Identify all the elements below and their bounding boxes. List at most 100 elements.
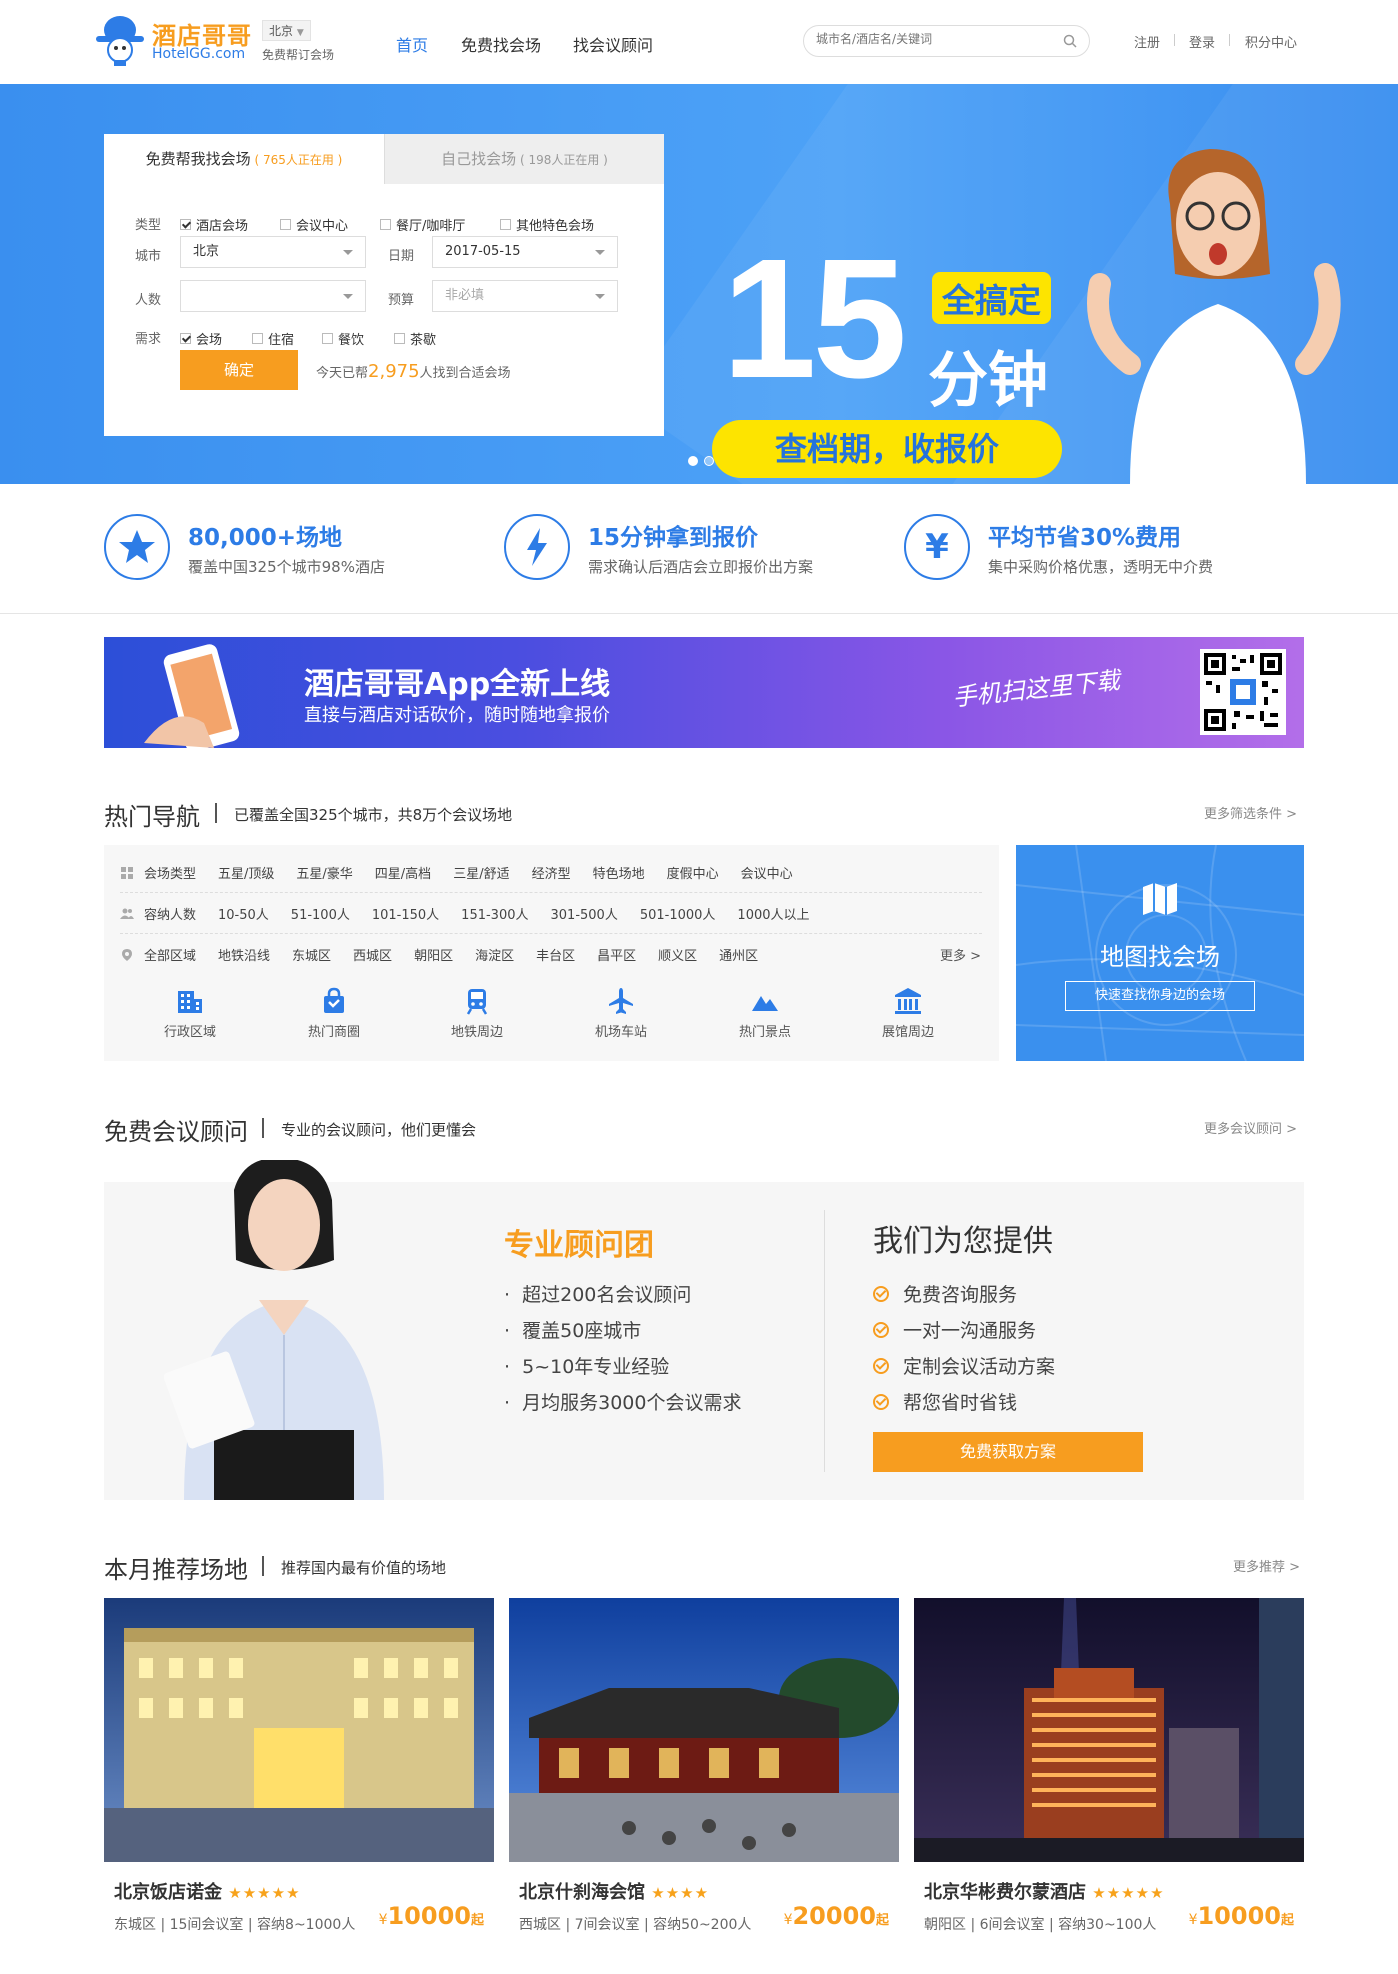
category-scenic-spot[interactable]: 热门景点 <box>715 987 815 1040</box>
more-districts-link[interactable]: 更多 > <box>940 945 981 964</box>
category-district[interactable]: 行政区域 <box>140 987 240 1040</box>
filter-link[interactable]: 51-100人 <box>291 904 350 923</box>
nav-home[interactable]: 首页 <box>396 32 428 56</box>
filter-link[interactable]: 海淀区 <box>475 945 514 964</box>
people-label: 人数 <box>135 293 162 308</box>
type-conference-center-checkbox[interactable]: 会议中心 <box>280 215 348 234</box>
tab-self-find[interactable]: 自己找会场 ( 198人正在用 ) <box>384 134 664 184</box>
points-center-link[interactable]: 积分中心 <box>1245 32 1297 51</box>
category-airport[interactable]: 机场车站 <box>571 987 671 1040</box>
filter-link[interactable]: 五星/顶级 <box>218 863 274 882</box>
more-filters-link[interactable]: 更多筛选条件 > <box>1204 803 1297 822</box>
venue-name[interactable]: 北京饭店诺金 ★★★★★ <box>114 1878 301 1904</box>
app-download-banner[interactable]: 酒店哥哥App全新上线 直接与酒店对话砍价，随时随地拿报价 手机扫这里下载 <box>104 637 1304 748</box>
category-label: 热门景点 <box>738 1025 791 1040</box>
login-link[interactable]: 登录 <box>1189 32 1215 51</box>
submit-button[interactable]: 确定 <box>180 350 298 390</box>
tab-count: 198人正在用 <box>528 153 600 167</box>
filter-link[interactable]: 101-150人 <box>372 904 439 923</box>
filter-link[interactable]: 顺义区 <box>658 945 697 964</box>
row-label[interactable]: 全部区域 <box>144 945 196 964</box>
category-subway[interactable]: 地铁周边 <box>427 987 527 1040</box>
city-selector[interactable]: 北京 ▼ <box>262 20 311 41</box>
carousel-dot-2[interactable] <box>704 456 714 466</box>
budget-placeholder: 非必填 <box>445 288 485 303</box>
app-banner-hint: 手机扫这里下载 <box>951 666 1122 712</box>
provide-point: 免费咨询服务 <box>873 1280 1017 1307</box>
museum-icon <box>895 988 921 1014</box>
category-exhibition[interactable]: 展馆周边 <box>858 987 958 1040</box>
nav-find-consultant[interactable]: 找会议顾问 <box>573 32 653 56</box>
register-link[interactable]: 注册 <box>1134 32 1160 51</box>
search-icon[interactable] <box>1063 34 1077 48</box>
need-tea-break-checkbox[interactable]: 茶歇 <box>394 329 436 348</box>
building-icon <box>178 991 202 1013</box>
date-select[interactable]: 2017-05-15 <box>432 236 618 268</box>
venue-card[interactable]: 北京华彬费尔蒙酒店 ★★★★★ 朝阳区 | 6间会议室 | 容纳30~100人 … <box>914 1598 1304 1974</box>
filter-link[interactable]: 501-1000人 <box>640 904 716 923</box>
hero-banner: 免费帮我找会场 ( 765人正在用 ) 自己找会场 ( 198人正在用 ) 类型… <box>0 84 1398 484</box>
need-lodging-checkbox[interactable]: 住宿 <box>252 329 294 348</box>
filter-link[interactable]: 东城区 <box>292 945 331 964</box>
filter-link[interactable]: 四星/高档 <box>375 863 431 882</box>
filter-link[interactable]: 经济型 <box>532 863 571 882</box>
budget-select[interactable]: 非必填 <box>432 280 618 312</box>
venue-photo[interactable] <box>509 1598 899 1862</box>
team-point-text: 超过200名会议顾问 <box>522 1284 692 1306</box>
caret-down-icon <box>343 294 353 299</box>
map-finder[interactable]: 地图找会场 快速查找你身边的会场 <box>1016 845 1304 1061</box>
more-recommend-link[interactable]: 更多推荐 > <box>1233 1556 1300 1575</box>
map-icon <box>1143 883 1177 915</box>
filter-link[interactable]: 地铁沿线 <box>218 945 270 964</box>
feature-title: 15分钟拿到报价 <box>588 525 759 551</box>
filter-link[interactable]: 1000人以上 <box>737 904 809 923</box>
caret-down-icon: ▼ <box>296 28 304 38</box>
nav-find-venue[interactable]: 免费找会场 <box>461 32 541 56</box>
filter-link[interactable]: 特色场地 <box>593 863 645 882</box>
filter-link[interactable]: 西城区 <box>353 945 392 964</box>
filter-link[interactable]: 10-50人 <box>218 904 269 923</box>
filter-link[interactable]: 丰台区 <box>536 945 575 964</box>
venue-price: ¥10000起 <box>379 1902 484 1930</box>
map-search-button[interactable]: 快速查找你身边的会场 <box>1065 981 1255 1011</box>
type-hotel-checkbox[interactable]: 酒店会场 <box>180 215 248 234</box>
people-select[interactable] <box>180 280 366 312</box>
filter-link[interactable]: 昌平区 <box>597 945 636 964</box>
carousel-dot-1[interactable] <box>688 456 698 466</box>
recommend-section-title: 本月推荐场地 <box>104 1556 248 1584</box>
filter-link[interactable]: 三星/舒适 <box>453 863 509 882</box>
filter-link[interactable]: 通州区 <box>719 945 758 964</box>
filter-link[interactable]: 度假中心 <box>667 863 719 882</box>
checkbox <box>322 333 333 344</box>
venue-name[interactable]: 北京华彬费尔蒙酒店 ★★★★★ <box>924 1878 1165 1904</box>
venue-photo[interactable] <box>914 1598 1304 1862</box>
filter-link[interactable]: 151-300人 <box>461 904 528 923</box>
filter-link[interactable]: 五星/豪华 <box>296 863 352 882</box>
checkbox-label: 其他特色会场 <box>516 219 595 234</box>
price-value: 20000 <box>792 1902 876 1930</box>
type-other-checkbox[interactable]: 其他特色会场 <box>500 215 594 234</box>
filter-link[interactable]: 会议中心 <box>741 863 793 882</box>
need-dining-checkbox[interactable]: 餐饮 <box>322 329 364 348</box>
get-plan-button[interactable]: 免费获取方案 <box>873 1432 1143 1472</box>
subway-icon <box>466 989 488 1015</box>
date-label: 日期 <box>388 249 415 264</box>
category-business-district[interactable]: 热门商圈 <box>284 987 384 1040</box>
type-restaurant-checkbox[interactable]: 餐厅/咖啡厅 <box>380 215 465 234</box>
more-consultants-link[interactable]: 更多会议顾问 > <box>1204 1118 1297 1137</box>
tab-help-find[interactable]: 免费帮我找会场 ( 765人正在用 ) <box>104 134 384 184</box>
venue-card[interactable]: 北京饭店诺金 ★★★★★ 东城区 | 15间会议室 | 容纳8~1000人 ¥1… <box>104 1598 494 1974</box>
filter-link[interactable]: 朝阳区 <box>414 945 453 964</box>
filter-link[interactable]: 301-500人 <box>551 904 618 923</box>
checkbox <box>500 219 511 230</box>
team-point: · 覆盖50座城市 <box>504 1320 642 1342</box>
venue-card[interactable]: 北京什刹海会馆 ★★★★ 西城区 | 7间会议室 | 容纳50~200人 ¥20… <box>509 1598 899 1974</box>
checkbox <box>280 219 291 230</box>
city-select[interactable]: 北京 <box>180 236 366 268</box>
venue-name[interactable]: 北京什刹海会馆 ★★★★ <box>519 1878 709 1904</box>
search-input[interactable] <box>816 32 1056 46</box>
phone-illustration <box>144 644 240 748</box>
venue-photo[interactable] <box>104 1598 494 1862</box>
need-venue-checkbox[interactable]: 会场 <box>180 329 222 348</box>
price-unit: 起 <box>1280 1913 1294 1928</box>
